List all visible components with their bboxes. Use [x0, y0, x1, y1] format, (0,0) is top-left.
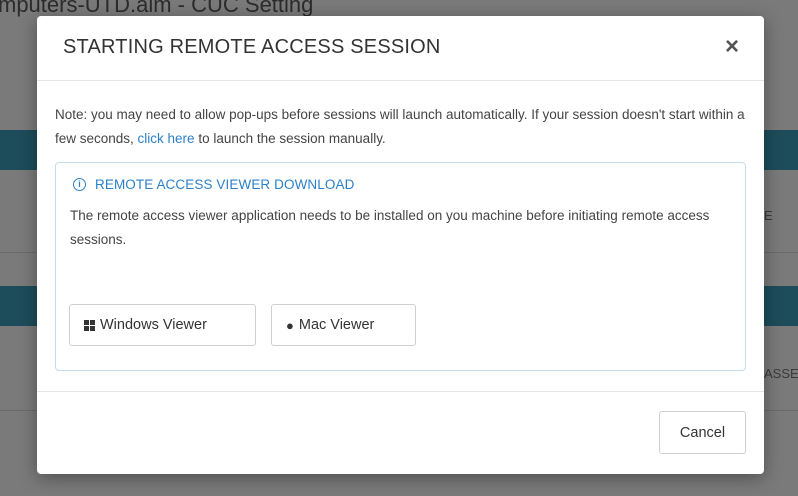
windows-icon [84, 319, 95, 331]
cancel-button[interactable]: Cancel [659, 411, 746, 454]
modal-footer: Cancel [37, 391, 764, 474]
mac-viewer-label: Mac Viewer [298, 317, 375, 333]
viewer-download-heading: i REMOTE ACCESS VIEWER DOWNLOAD [70, 177, 731, 192]
info-circle-icon: i [73, 178, 86, 191]
note-text-end: to launch the session manually. [194, 131, 386, 146]
mac-viewer-button[interactable]: ● Mac Viewer [271, 304, 416, 346]
viewer-download-description: The remote access viewer application nee… [70, 208, 710, 247]
viewer-download-panel: i REMOTE ACCESS VIEWER DOWNLOAD The remo… [55, 162, 746, 371]
popup-note: Note: you may need to allow pop-ups befo… [55, 103, 746, 151]
click-here-link[interactable]: click here [138, 131, 195, 146]
modal-body: Note: you may need to allow pop-ups befo… [37, 81, 764, 371]
close-button[interactable]: × [720, 33, 744, 61]
apple-icon: ● [286, 317, 294, 333]
windows-viewer-button[interactable]: Windows Viewer [69, 304, 256, 346]
viewer-buttons: Windows Viewer ● Mac Viewer [69, 304, 416, 346]
viewer-download-heading-text: REMOTE ACCESS VIEWER DOWNLOAD [95, 177, 355, 192]
modal-title: STARTING REMOTE ACCESS SESSION [63, 36, 441, 58]
remote-session-modal: STARTING REMOTE ACCESS SESSION × Note: y… [37, 16, 764, 474]
windows-viewer-label: Windows Viewer [100, 317, 207, 333]
background-row-text: E [764, 208, 773, 223]
close-icon: × [724, 33, 739, 60]
modal-header: STARTING REMOTE ACCESS SESSION × [37, 16, 764, 81]
background-row-text: ASSE [764, 366, 798, 381]
